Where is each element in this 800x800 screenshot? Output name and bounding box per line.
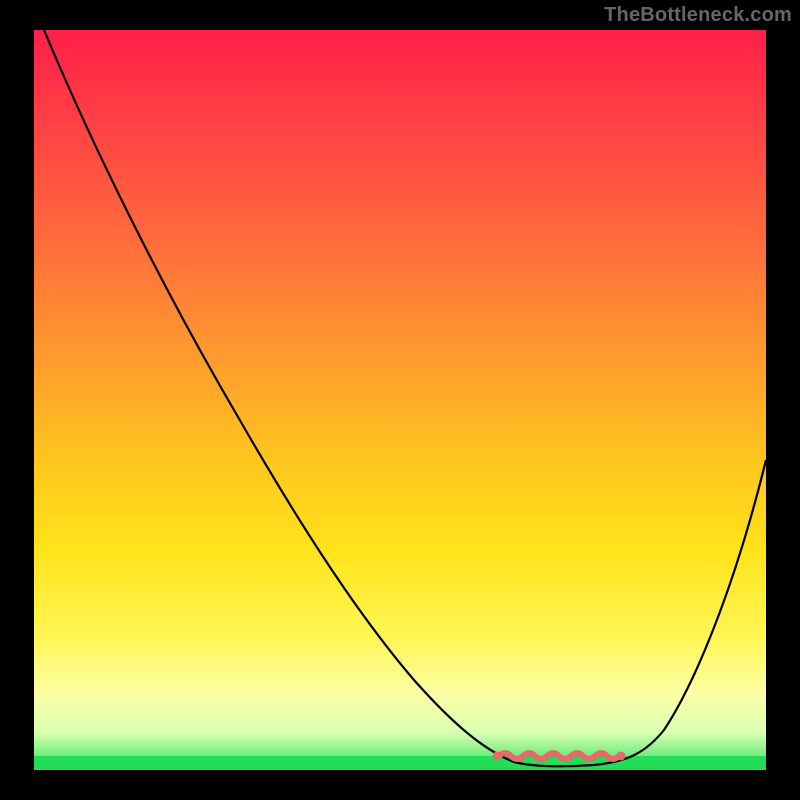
watermark-text: TheBottleneck.com: [604, 4, 792, 27]
optimal-range-marker-path: [499, 753, 619, 759]
marker-cap-left: [493, 752, 502, 761]
curve-svg: [34, 30, 766, 770]
bottleneck-curve-path: [44, 30, 766, 766]
plot-area: [34, 30, 766, 770]
marker-cap-right: [617, 752, 626, 761]
chart-frame: TheBottleneck.com: [0, 0, 800, 800]
